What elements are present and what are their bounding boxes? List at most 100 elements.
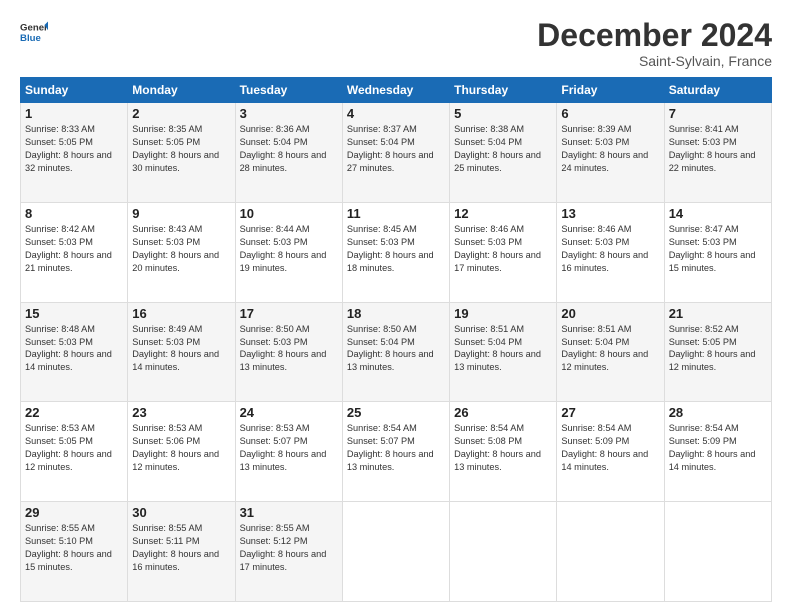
location: Saint-Sylvain, France xyxy=(537,53,772,69)
day-number: 18 xyxy=(347,306,445,321)
calendar-table: Sunday Monday Tuesday Wednesday Thursday… xyxy=(20,77,772,602)
calendar-header-row: Sunday Monday Tuesday Wednesday Thursday… xyxy=(21,78,772,103)
day-number: 24 xyxy=(240,405,338,420)
table-row: 5 Sunrise: 8:38 AMSunset: 5:04 PMDayligh… xyxy=(450,103,557,203)
cell-info: Sunrise: 8:41 AMSunset: 5:03 PMDaylight:… xyxy=(669,124,756,173)
cell-info: Sunrise: 8:33 AMSunset: 5:05 PMDaylight:… xyxy=(25,124,112,173)
day-number: 12 xyxy=(454,206,552,221)
day-number: 19 xyxy=(454,306,552,321)
table-row xyxy=(450,502,557,602)
cell-info: Sunrise: 8:50 AMSunset: 5:04 PMDaylight:… xyxy=(347,324,434,373)
table-row: 31 Sunrise: 8:55 AMSunset: 5:12 PMDaylig… xyxy=(235,502,342,602)
table-row: 22 Sunrise: 8:53 AMSunset: 5:05 PMDaylig… xyxy=(21,402,128,502)
table-row: 19 Sunrise: 8:51 AMSunset: 5:04 PMDaylig… xyxy=(450,302,557,402)
logo: General Blue xyxy=(20,18,48,46)
svg-text:Blue: Blue xyxy=(20,33,41,44)
col-monday: Monday xyxy=(128,78,235,103)
cell-info: Sunrise: 8:48 AMSunset: 5:03 PMDaylight:… xyxy=(25,324,112,373)
cell-info: Sunrise: 8:55 AMSunset: 5:12 PMDaylight:… xyxy=(240,523,327,572)
table-row: 27 Sunrise: 8:54 AMSunset: 5:09 PMDaylig… xyxy=(557,402,664,502)
cell-info: Sunrise: 8:55 AMSunset: 5:11 PMDaylight:… xyxy=(132,523,219,572)
calendar-week-row: 22 Sunrise: 8:53 AMSunset: 5:05 PMDaylig… xyxy=(21,402,772,502)
day-number: 4 xyxy=(347,106,445,121)
table-row: 9 Sunrise: 8:43 AMSunset: 5:03 PMDayligh… xyxy=(128,202,235,302)
day-number: 5 xyxy=(454,106,552,121)
day-number: 26 xyxy=(454,405,552,420)
day-number: 14 xyxy=(669,206,767,221)
cell-info: Sunrise: 8:52 AMSunset: 5:05 PMDaylight:… xyxy=(669,324,756,373)
table-row: 17 Sunrise: 8:50 AMSunset: 5:03 PMDaylig… xyxy=(235,302,342,402)
cell-info: Sunrise: 8:49 AMSunset: 5:03 PMDaylight:… xyxy=(132,324,219,373)
table-row: 29 Sunrise: 8:55 AMSunset: 5:10 PMDaylig… xyxy=(21,502,128,602)
day-number: 7 xyxy=(669,106,767,121)
cell-info: Sunrise: 8:53 AMSunset: 5:07 PMDaylight:… xyxy=(240,423,327,472)
logo-icon: General Blue xyxy=(20,18,48,46)
table-row: 16 Sunrise: 8:49 AMSunset: 5:03 PMDaylig… xyxy=(128,302,235,402)
cell-info: Sunrise: 8:51 AMSunset: 5:04 PMDaylight:… xyxy=(561,324,648,373)
cell-info: Sunrise: 8:53 AMSunset: 5:05 PMDaylight:… xyxy=(25,423,112,472)
day-number: 23 xyxy=(132,405,230,420)
cell-info: Sunrise: 8:45 AMSunset: 5:03 PMDaylight:… xyxy=(347,224,434,273)
table-row: 7 Sunrise: 8:41 AMSunset: 5:03 PMDayligh… xyxy=(664,103,771,203)
calendar-week-row: 29 Sunrise: 8:55 AMSunset: 5:10 PMDaylig… xyxy=(21,502,772,602)
table-row: 1 Sunrise: 8:33 AMSunset: 5:05 PMDayligh… xyxy=(21,103,128,203)
table-row: 6 Sunrise: 8:39 AMSunset: 5:03 PMDayligh… xyxy=(557,103,664,203)
cell-info: Sunrise: 8:35 AMSunset: 5:05 PMDaylight:… xyxy=(132,124,219,173)
month-title: December 2024 xyxy=(537,18,772,53)
col-saturday: Saturday xyxy=(664,78,771,103)
day-number: 11 xyxy=(347,206,445,221)
cell-info: Sunrise: 8:53 AMSunset: 5:06 PMDaylight:… xyxy=(132,423,219,472)
cell-info: Sunrise: 8:36 AMSunset: 5:04 PMDaylight:… xyxy=(240,124,327,173)
table-row xyxy=(664,502,771,602)
table-row: 24 Sunrise: 8:53 AMSunset: 5:07 PMDaylig… xyxy=(235,402,342,502)
cell-info: Sunrise: 8:38 AMSunset: 5:04 PMDaylight:… xyxy=(454,124,541,173)
cell-info: Sunrise: 8:44 AMSunset: 5:03 PMDaylight:… xyxy=(240,224,327,273)
cell-info: Sunrise: 8:47 AMSunset: 5:03 PMDaylight:… xyxy=(669,224,756,273)
col-thursday: Thursday xyxy=(450,78,557,103)
header: General Blue December 2024 Saint-Sylvain… xyxy=(20,18,772,69)
table-row: 28 Sunrise: 8:54 AMSunset: 5:09 PMDaylig… xyxy=(664,402,771,502)
cell-info: Sunrise: 8:51 AMSunset: 5:04 PMDaylight:… xyxy=(454,324,541,373)
day-number: 21 xyxy=(669,306,767,321)
cell-info: Sunrise: 8:46 AMSunset: 5:03 PMDaylight:… xyxy=(561,224,648,273)
table-row: 4 Sunrise: 8:37 AMSunset: 5:04 PMDayligh… xyxy=(342,103,449,203)
table-row: 26 Sunrise: 8:54 AMSunset: 5:08 PMDaylig… xyxy=(450,402,557,502)
cell-info: Sunrise: 8:39 AMSunset: 5:03 PMDaylight:… xyxy=(561,124,648,173)
cell-info: Sunrise: 8:37 AMSunset: 5:04 PMDaylight:… xyxy=(347,124,434,173)
calendar-week-row: 8 Sunrise: 8:42 AMSunset: 5:03 PMDayligh… xyxy=(21,202,772,302)
table-row: 12 Sunrise: 8:46 AMSunset: 5:03 PMDaylig… xyxy=(450,202,557,302)
table-row: 23 Sunrise: 8:53 AMSunset: 5:06 PMDaylig… xyxy=(128,402,235,502)
page: General Blue December 2024 Saint-Sylvain… xyxy=(0,0,792,612)
cell-info: Sunrise: 8:50 AMSunset: 5:03 PMDaylight:… xyxy=(240,324,327,373)
day-number: 30 xyxy=(132,505,230,520)
day-number: 16 xyxy=(132,306,230,321)
day-number: 10 xyxy=(240,206,338,221)
day-number: 22 xyxy=(25,405,123,420)
table-row: 10 Sunrise: 8:44 AMSunset: 5:03 PMDaylig… xyxy=(235,202,342,302)
table-row: 25 Sunrise: 8:54 AMSunset: 5:07 PMDaylig… xyxy=(342,402,449,502)
day-number: 31 xyxy=(240,505,338,520)
cell-info: Sunrise: 8:55 AMSunset: 5:10 PMDaylight:… xyxy=(25,523,112,572)
svg-text:General: General xyxy=(20,22,48,33)
cell-info: Sunrise: 8:54 AMSunset: 5:07 PMDaylight:… xyxy=(347,423,434,472)
day-number: 6 xyxy=(561,106,659,121)
day-number: 25 xyxy=(347,405,445,420)
day-number: 13 xyxy=(561,206,659,221)
day-number: 15 xyxy=(25,306,123,321)
cell-info: Sunrise: 8:54 AMSunset: 5:09 PMDaylight:… xyxy=(561,423,648,472)
table-row: 21 Sunrise: 8:52 AMSunset: 5:05 PMDaylig… xyxy=(664,302,771,402)
table-row: 15 Sunrise: 8:48 AMSunset: 5:03 PMDaylig… xyxy=(21,302,128,402)
day-number: 2 xyxy=(132,106,230,121)
day-number: 17 xyxy=(240,306,338,321)
day-number: 28 xyxy=(669,405,767,420)
cell-info: Sunrise: 8:54 AMSunset: 5:08 PMDaylight:… xyxy=(454,423,541,472)
table-row: 30 Sunrise: 8:55 AMSunset: 5:11 PMDaylig… xyxy=(128,502,235,602)
table-row xyxy=(342,502,449,602)
cell-info: Sunrise: 8:43 AMSunset: 5:03 PMDaylight:… xyxy=(132,224,219,273)
day-number: 27 xyxy=(561,405,659,420)
table-row: 14 Sunrise: 8:47 AMSunset: 5:03 PMDaylig… xyxy=(664,202,771,302)
day-number: 3 xyxy=(240,106,338,121)
cell-info: Sunrise: 8:54 AMSunset: 5:09 PMDaylight:… xyxy=(669,423,756,472)
cell-info: Sunrise: 8:46 AMSunset: 5:03 PMDaylight:… xyxy=(454,224,541,273)
day-number: 29 xyxy=(25,505,123,520)
